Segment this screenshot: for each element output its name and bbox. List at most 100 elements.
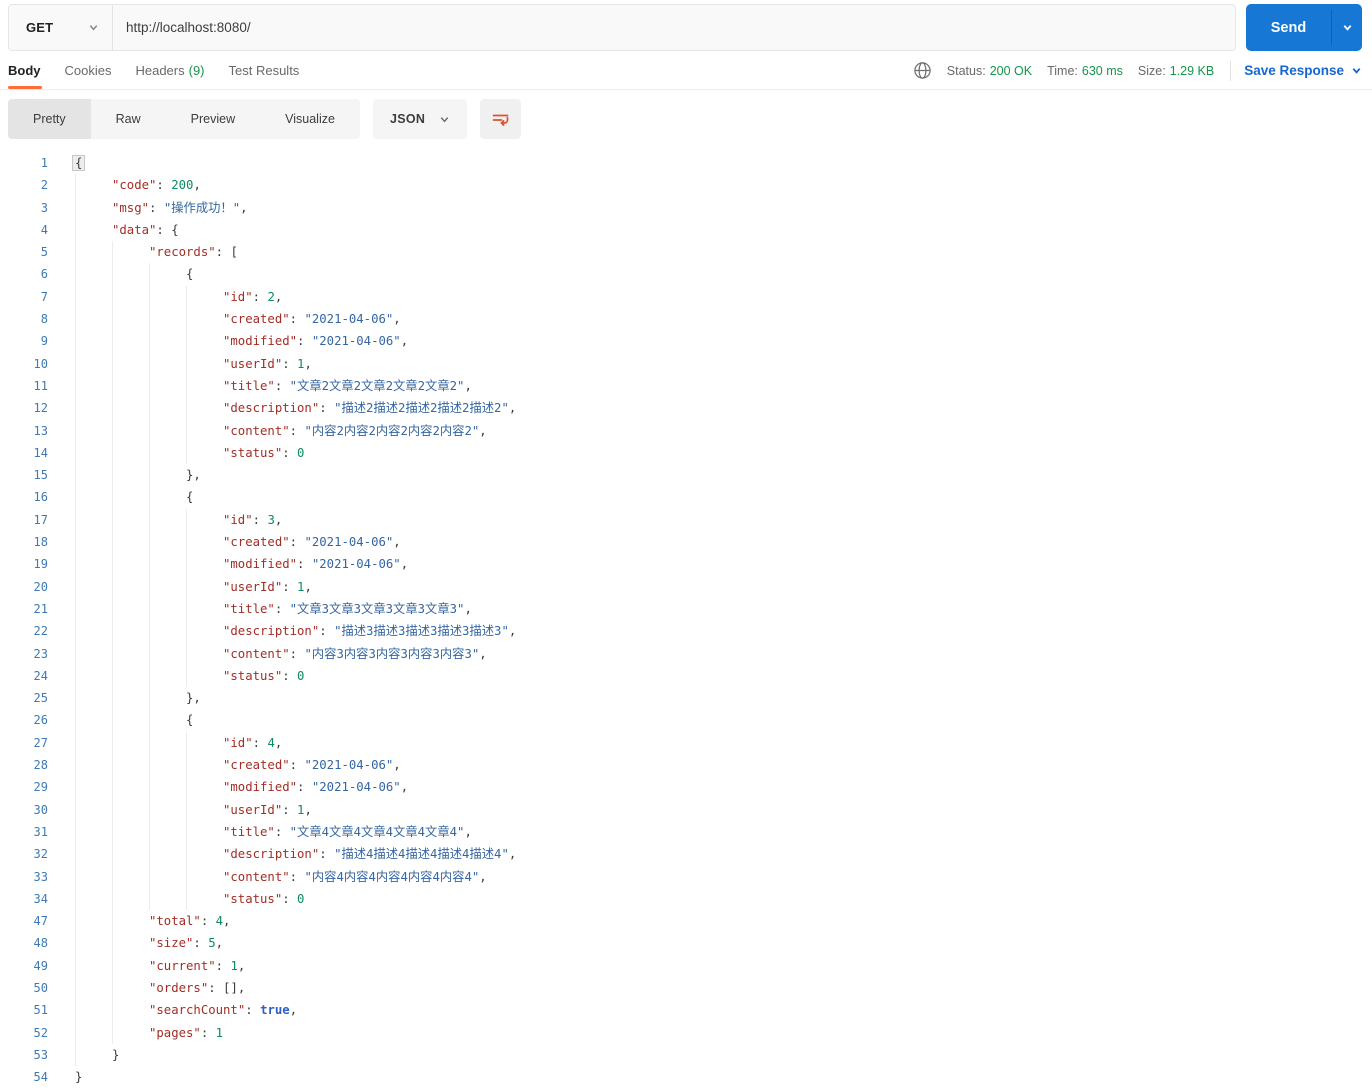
line-number: 1 <box>40 156 48 170</box>
tab-label: Body <box>8 63 41 78</box>
line-content: "title": "文章2文章2文章2文章2文章2", <box>75 374 1372 398</box>
code-line: 50 "orders": [], <box>0 976 1372 1000</box>
chevron-down-icon <box>1352 68 1361 74</box>
send-button-label: Send <box>1270 19 1307 36</box>
line-number: 23 <box>33 646 48 661</box>
code-line: 7 "id": 2, <box>0 285 1372 309</box>
code-line: 30 "userId": 1, <box>0 798 1372 821</box>
url-input[interactable] <box>113 5 1235 50</box>
line-number: 7 <box>40 289 48 304</box>
tab-label: Cookies <box>64 63 112 78</box>
line-content: "created": "2021-04-06", <box>75 754 1372 777</box>
line-number: 24 <box>33 668 48 683</box>
line-number: 28 <box>33 758 48 773</box>
code-line: 54} <box>0 1066 1372 1088</box>
line-number: 4 <box>40 222 48 237</box>
line-content: { <box>75 263 1372 286</box>
line-number: 16 <box>33 490 48 505</box>
line-content: "id": 2, <box>75 285 1372 309</box>
line-number: 54 <box>33 1070 48 1085</box>
line-content: "content": "内容3内容3内容3内容3内容3", <box>75 642 1372 665</box>
tab-label: Test Results <box>228 63 300 78</box>
code-line: 9 "modified": "2021-04-06", <box>0 330 1372 353</box>
code-line: 13 "content": "内容2内容2内容2内容2内容2", <box>0 419 1372 442</box>
line-number: 10 <box>33 356 48 371</box>
line-content: "title": "文章3文章3文章3文章3文章3", <box>75 597 1372 621</box>
line-content: "status": 0 <box>75 441 1372 465</box>
line-content: "id": 4, <box>75 731 1372 755</box>
line-content: "orders": [], <box>75 976 1372 1000</box>
tab-cookies[interactable]: Cookies <box>53 52 124 89</box>
line-content: "content": "内容2内容2内容2内容2内容2", <box>75 419 1372 442</box>
line-content: "status": 0 <box>75 664 1372 688</box>
line-content: "size": 5, <box>75 932 1372 955</box>
code-line: 5 "records": [ <box>0 241 1372 264</box>
line-number: 8 <box>40 312 48 327</box>
format-label: JSON <box>389 112 426 126</box>
time-group: Time: 630 ms <box>1047 64 1123 78</box>
time-value: 630 ms <box>1081 63 1123 78</box>
tab-test-results[interactable]: Test Results <box>217 52 312 89</box>
send-options-button[interactable] <box>1332 4 1362 51</box>
code-line: 12 "description": "描述2描述2描述2描述2描述2", <box>0 397 1372 420</box>
format-select[interactable]: JSON <box>372 99 468 139</box>
line-number: 52 <box>33 1025 48 1040</box>
response-body-code-view[interactable]: 1{2 "code": 200, 3 "msg": "操作成功！", 4 "data": … <box>0 149 1372 1088</box>
view-mode-pretty[interactable]: Pretty <box>8 99 91 139</box>
line-content: "description": "描述4描述4描述4描述4描述4", <box>75 843 1372 866</box>
meta-divider <box>1230 60 1232 81</box>
code-line: 29 "modified": "2021-04-06", <box>0 776 1372 799</box>
chevron-down-icon <box>89 25 98 31</box>
method-label: GET <box>26 20 54 35</box>
line-number: 29 <box>33 780 48 795</box>
view-mode-visualize[interactable]: Visualize <box>260 99 360 139</box>
line-number: 48 <box>33 936 48 951</box>
code-line: 52 "pages": 1 <box>0 1021 1372 1044</box>
line-content: }, <box>75 687 1372 710</box>
line-number: 34 <box>33 891 48 906</box>
code-line: 16 { <box>0 486 1372 509</box>
line-number: 25 <box>33 691 48 706</box>
code-line: 25}, <box>0 687 1372 710</box>
line-number: 51 <box>33 1003 48 1018</box>
wrap-text-button[interactable] <box>480 99 522 139</box>
line-content: "searchCount": true, <box>75 999 1372 1022</box>
line-content: { <box>75 486 1372 509</box>
line-content: "msg": "操作成功！", <box>75 196 1372 219</box>
code-line: 22 "description": "描述3描述3描述3描述3描述3", <box>0 620 1372 643</box>
response-meta: Status: 200 OK Time: 630 ms Size: 1.29 KB S… <box>913 60 1362 81</box>
code-line: 48 "size": 5, <box>0 932 1372 955</box>
line-number: 17 <box>33 512 48 527</box>
tab-headers[interactable]: Headers (9) <box>123 52 216 89</box>
line-number: 26 <box>33 713 48 728</box>
method-select[interactable]: GET <box>9 5 113 50</box>
code-line: 6{ <box>0 263 1372 286</box>
code-line: 49 "current": 1, <box>0 954 1372 977</box>
view-mode-preview[interactable]: Preview <box>166 99 260 139</box>
code-line: 21 "title": "文章3文章3文章3文章3文章3", <box>0 597 1372 621</box>
code-line: 26 { <box>0 709 1372 732</box>
line-content: "pages": 1 <box>75 1021 1372 1044</box>
save-response-button[interactable]: Save Response <box>1244 63 1362 78</box>
line-number: 9 <box>40 334 48 349</box>
chevron-down-icon <box>440 116 449 122</box>
tab-body[interactable]: Body <box>8 52 53 89</box>
status-group: Status: 200 OK <box>947 64 1032 78</box>
code-line: 19 "modified": "2021-04-06", <box>0 553 1372 576</box>
code-line: 34 "status": 0 <box>0 887 1372 911</box>
chevron-down-icon <box>1343 25 1351 31</box>
send-button[interactable]: Send <box>1246 4 1362 51</box>
view-mode-raw[interactable]: Raw <box>91 99 166 139</box>
line-content: { <box>72 152 1372 174</box>
code-line: 31 "title": "文章4文章4文章4文章4文章4", <box>0 820 1372 844</box>
code-line: 47 "total": 4, <box>0 910 1372 933</box>
network-globe-icon[interactable] <box>913 61 932 80</box>
line-content: "status": 0 <box>75 887 1372 911</box>
code-line: 23 "content": "内容3内容3内容3内容3内容3", <box>0 642 1372 665</box>
line-number: 20 <box>33 579 48 594</box>
line-number: 11 <box>33 378 48 393</box>
line-number: 53 <box>33 1047 48 1062</box>
line-content: }, <box>75 464 1372 487</box>
response-tabs: Body Cookies Headers (9) Test Results <box>8 52 311 89</box>
status-value: 200 OK <box>989 63 1033 78</box>
